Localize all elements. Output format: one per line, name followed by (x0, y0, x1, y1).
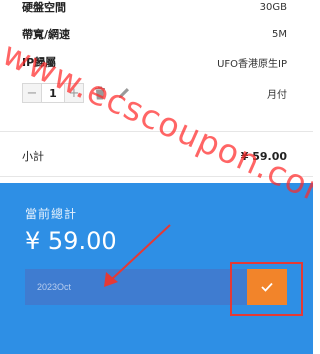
spec-value: 5M (272, 28, 287, 40)
spec-row-disk: 硬盤空間 30GB (22, 0, 287, 17)
highlight-box (230, 262, 303, 316)
billing-period: 月付 (267, 89, 287, 101)
spec-label: 帶寬/網速 (22, 28, 71, 41)
quantity-row: − 1 + 月付 (22, 82, 287, 104)
trash-icon[interactable] (92, 84, 108, 102)
subtotal-row: 小計 ¥ 59.00 (22, 144, 287, 168)
total-panel: 當前總計 ¥ 59.00 (0, 183, 313, 354)
spec-label: 硬盤空間 (22, 1, 66, 14)
spec-label: IP歸屬 (22, 56, 57, 69)
increment-button[interactable]: + (65, 84, 83, 102)
spec-row-ip: IP歸屬 UFO香港原生IP (22, 52, 287, 72)
pencil-icon[interactable] (116, 84, 132, 102)
divider (0, 176, 313, 177)
spec-value: 30GB (259, 1, 287, 13)
quantity-value[interactable]: 1 (41, 84, 65, 102)
promo-code-input[interactable] (37, 282, 217, 292)
subtotal-label: 小計 (22, 150, 44, 163)
promo-code-field[interactable] (25, 269, 251, 305)
subtotal-price: ¥ 59.00 (240, 149, 287, 163)
quantity-stepper: − 1 + (22, 83, 84, 103)
spec-value: UFO香港原生IP (217, 58, 287, 70)
divider (0, 131, 313, 132)
spec-row-bandwidth: 帶寬/網速 5M (22, 24, 287, 44)
total-label: 當前總計 (25, 207, 78, 221)
decrement-button[interactable]: − (23, 84, 41, 102)
total-amount: ¥ 59.00 (25, 227, 117, 255)
